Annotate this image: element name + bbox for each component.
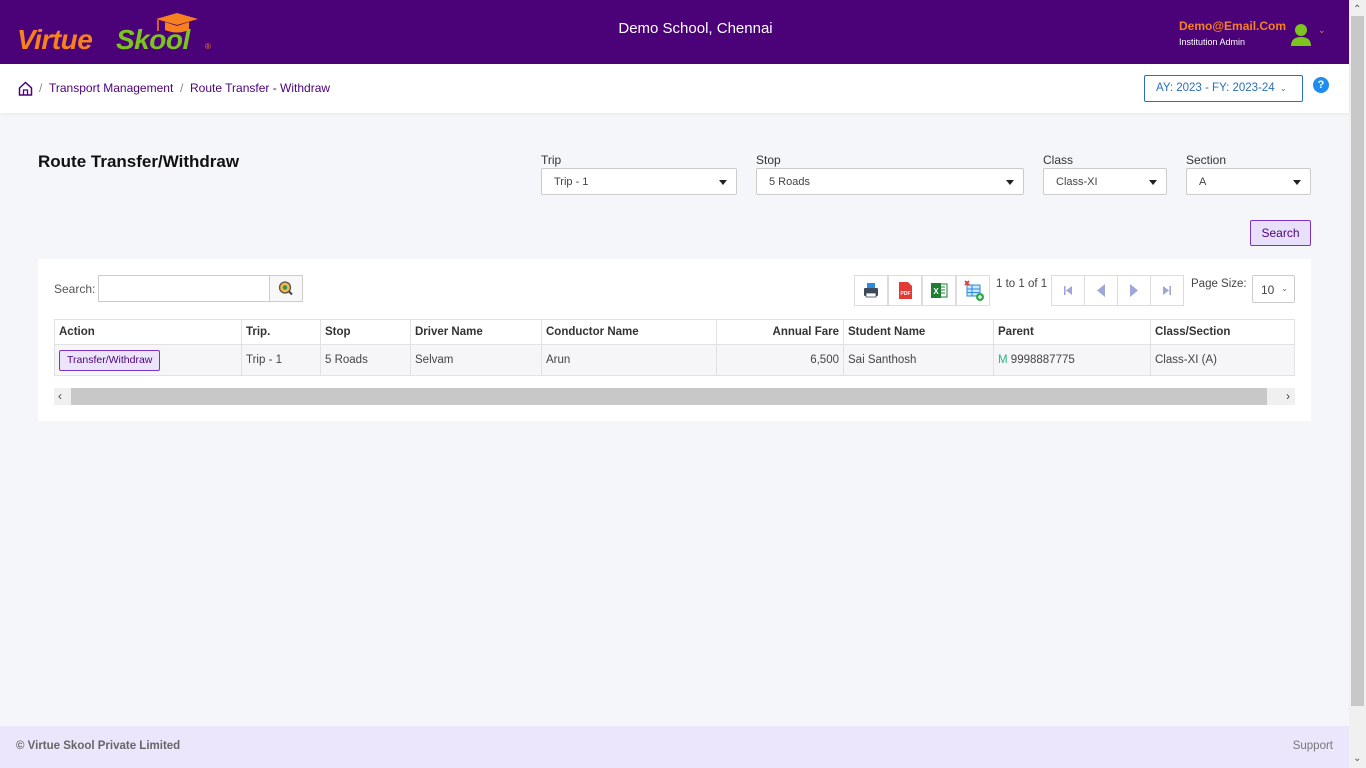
search-button[interactable]: Search: [1250, 220, 1311, 246]
vertical-scrollbar[interactable]: ⌃ ⌄: [1349, 0, 1366, 768]
user-avatar-icon[interactable]: [1290, 23, 1312, 47]
user-menu-chevron-icon[interactable]: ⌄: [1318, 25, 1326, 36]
parent-type-badge: M: [998, 354, 1008, 366]
first-page-icon: [1064, 286, 1072, 295]
column-header-parent[interactable]: Parent: [993, 319, 1151, 345]
table-header-row: Action Trip. Stop Driver Name Conductor …: [54, 319, 1295, 345]
section-select[interactable]: A: [1186, 168, 1311, 195]
class-select[interactable]: Class-XI: [1043, 168, 1167, 195]
footer: © Virtue Skool Private Limited Support: [0, 726, 1349, 768]
dropdown-arrow-icon: [1293, 180, 1301, 185]
horizontal-scrollbar[interactable]: ‹ ›: [54, 388, 1295, 405]
column-chooser-button[interactable]: [956, 275, 990, 306]
last-page-icon: [1163, 286, 1171, 295]
column-header-annual-fare[interactable]: Annual Fare: [716, 319, 844, 345]
svg-text:X: X: [933, 287, 939, 296]
column-header-action[interactable]: Action: [54, 319, 242, 345]
user-email[interactable]: Demo@Email.Com: [1179, 19, 1286, 33]
page-size-select[interactable]: 10 ⌄: [1252, 275, 1295, 303]
breadcrumb: / Transport Management / Route Transfer …: [0, 64, 1349, 113]
table-columns-icon: [964, 280, 984, 301]
magnifier-icon: [278, 281, 293, 296]
grid-search-label: Search:: [54, 282, 96, 296]
scroll-left-icon[interactable]: ‹: [58, 389, 62, 403]
stop-select[interactable]: 5 Roads: [756, 168, 1024, 195]
trip-select[interactable]: Trip - 1: [541, 168, 737, 195]
grid-search-input[interactable]: [98, 275, 270, 302]
dropdown-arrow-icon: [1149, 180, 1157, 185]
academic-year-label: AY: 2023 - FY: 2023-24: [1156, 82, 1275, 94]
dropdown-arrow-icon: [1006, 180, 1014, 185]
breadcrumb-separator: /: [180, 81, 184, 95]
grid-search-button[interactable]: [269, 275, 303, 302]
scroll-up-icon[interactable]: ⌃: [1353, 4, 1361, 15]
dropdown-arrow-icon: [719, 180, 727, 185]
column-header-driver-name[interactable]: Driver Name: [410, 319, 542, 345]
results-card: Search: PDF X 1 to 1 of 1 Page Size: 10 …: [38, 259, 1311, 421]
section-select-value: A: [1199, 176, 1207, 188]
horizontal-scroll-thumb[interactable]: [71, 388, 1267, 405]
home-icon[interactable]: [18, 81, 33, 96]
export-pdf-button[interactable]: PDF: [888, 275, 922, 306]
help-icon[interactable]: ?: [1313, 77, 1329, 93]
trip-select-value: Trip - 1: [554, 176, 589, 188]
column-header-stop[interactable]: Stop: [320, 319, 411, 345]
svg-text:PDF: PDF: [901, 291, 911, 297]
class-label: Class: [1043, 153, 1074, 167]
vertical-scroll-thumb[interactable]: [1351, 16, 1364, 706]
copyright-text: © Virtue Skool Private Limited: [16, 740, 181, 752]
transport-table: Action Trip. Stop Driver Name Conductor …: [54, 319, 1295, 376]
school-name: Demo School, Chennai: [618, 20, 773, 37]
next-page-icon: [1130, 284, 1138, 297]
breadcrumb-route-transfer[interactable]: Route Transfer - Withdraw: [190, 81, 330, 95]
academic-year-selector[interactable]: AY: 2023 - FY: 2023-24 ⌄: [1144, 75, 1303, 102]
cell-student-name: Sai Santhosh: [843, 344, 994, 376]
registered-mark: ®: [205, 42, 211, 51]
last-page-button[interactable]: [1150, 275, 1184, 306]
cell-conductor-name: Arun: [541, 344, 717, 376]
next-page-button[interactable]: [1117, 275, 1151, 306]
pdf-icon: PDF: [899, 282, 912, 299]
scroll-down-icon[interactable]: ⌄: [1353, 753, 1361, 764]
cell-annual-fare: 6,500: [716, 344, 844, 376]
user-role: Institution Admin: [1179, 37, 1246, 47]
page-size-value: 10: [1261, 283, 1275, 297]
stop-label: Stop: [756, 153, 781, 167]
export-excel-button[interactable]: X: [922, 275, 956, 306]
cell-parent: M 9998887775: [993, 344, 1151, 376]
page-info: 1 to 1 of 1: [996, 278, 1048, 290]
class-select-value: Class-XI: [1056, 176, 1098, 188]
top-header: Virtue Skool ® Demo School, Chennai Demo…: [0, 0, 1349, 64]
trip-label: Trip: [541, 153, 562, 167]
column-header-student-name[interactable]: Student Name: [843, 319, 994, 345]
column-header-trip[interactable]: Trip.: [241, 319, 321, 345]
page-title: Route Transfer/Withdraw: [38, 152, 240, 171]
printer-icon: [864, 283, 878, 298]
cell-stop: 5 Roads: [320, 344, 411, 376]
chevron-down-icon: ⌄: [1279, 84, 1287, 93]
previous-page-button[interactable]: [1084, 275, 1118, 306]
print-button[interactable]: [854, 275, 888, 306]
column-header-conductor-name[interactable]: Conductor Name: [541, 319, 717, 345]
stop-select-value: 5 Roads: [769, 176, 810, 188]
cell-trip: Trip - 1: [241, 344, 321, 376]
section-label: Section: [1186, 153, 1227, 167]
cell-driver-name: Selvam: [410, 344, 542, 376]
table-row: Transfer/Withdraw Trip - 1 5 Roads Selva…: [54, 344, 1295, 376]
breadcrumb-transport-management[interactable]: Transport Management: [49, 81, 173, 95]
support-link[interactable]: Support: [1293, 740, 1333, 752]
parent-phone: 9998887775: [1010, 354, 1075, 366]
chevron-down-icon: ⌄: [1281, 284, 1288, 293]
scroll-right-icon[interactable]: ›: [1286, 389, 1290, 403]
excel-icon: X: [931, 283, 948, 298]
transfer-withdraw-button[interactable]: Transfer/Withdraw: [59, 349, 161, 371]
breadcrumb-separator: /: [39, 81, 43, 95]
column-header-class-section[interactable]: Class/Section: [1150, 319, 1295, 345]
page-size-label: Page Size:: [1191, 278, 1247, 290]
previous-page-icon: [1097, 284, 1105, 297]
cell-action: Transfer/Withdraw: [54, 344, 242, 376]
first-page-button[interactable]: [1051, 275, 1085, 306]
cell-class-section: Class-XI (A): [1150, 344, 1295, 376]
